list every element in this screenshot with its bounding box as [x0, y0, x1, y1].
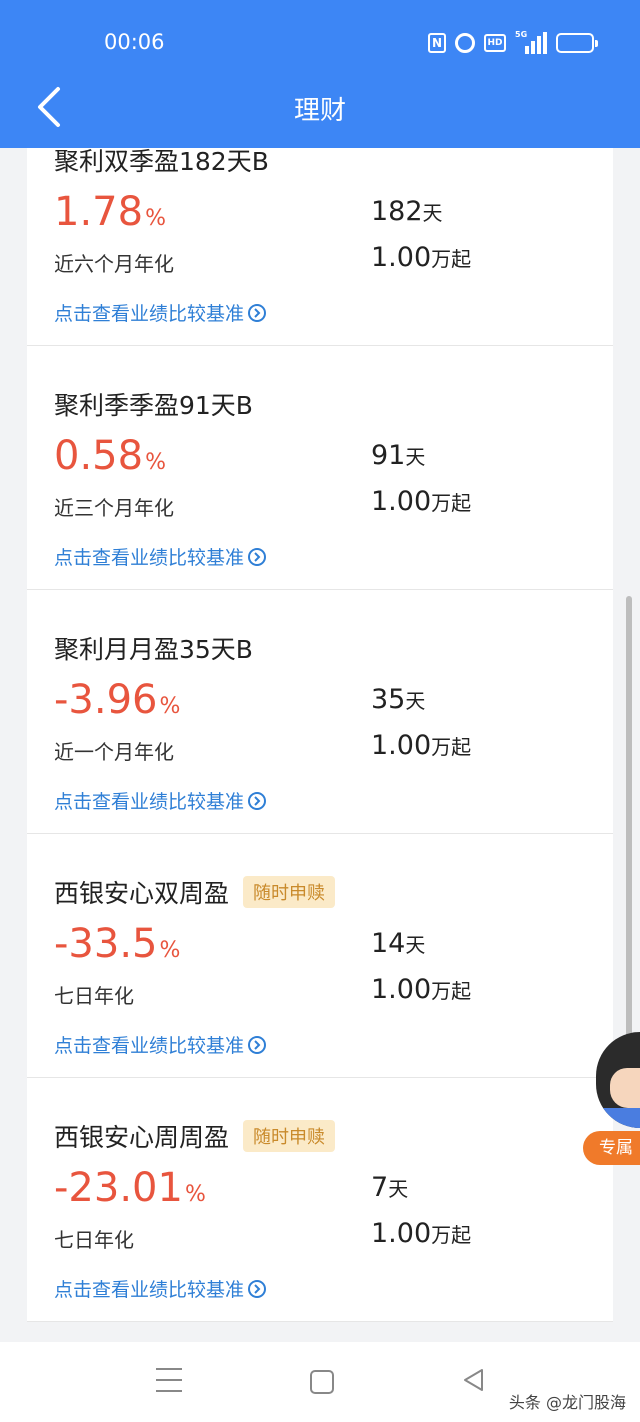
hd-icon: HD — [484, 34, 506, 52]
exclusive-service-button[interactable]: 专属 — [583, 1131, 640, 1165]
chevron-right-icon — [248, 547, 267, 566]
menu-icon[interactable] — [156, 1368, 182, 1392]
product-rate: -33.5% — [54, 921, 181, 967]
benchmark-link[interactable]: 点击查看业绩比较基准 — [54, 543, 267, 570]
product-card[interactable]: 聚利季季盈91天B 0.58% 近三个月年化 91天 1.00万起 点击查看业绩… — [27, 346, 613, 590]
product-term: 7天 — [371, 1172, 409, 1203]
rate-period: 近六个月年化 — [54, 252, 174, 276]
product-term: 182天 — [371, 196, 443, 227]
alarm-icon — [455, 33, 475, 53]
network-label: 5G — [515, 30, 528, 39]
min-amount: 1.00万起 — [371, 1218, 472, 1249]
product-card[interactable]: 西银安心周周盈 随时申赎 -23.01% 七日年化 7天 1.00万起 点击查看业… — [27, 1078, 613, 1322]
product-card[interactable]: 西银安心双周盈 随时申赎 -33.5% 七日年化 14天 1.00万起 点击查看业… — [27, 834, 613, 1078]
product-term: 35天 — [371, 684, 426, 715]
benchmark-link[interactable]: 点击查看业绩比较基准 — [54, 1031, 267, 1058]
product-rate: -23.01% — [54, 1165, 206, 1211]
product-list: 聚利双季盈182天B 1.78% 近六个月年化 182天 1.00万起 点击查看… — [27, 102, 613, 1322]
back-triangle-icon[interactable] — [462, 1368, 484, 1392]
avatar-face — [610, 1068, 640, 1108]
benchmark-link[interactable]: 点击查看业绩比较基准 — [54, 787, 267, 814]
5g-signal-icon: 5G — [515, 30, 547, 54]
rate-period: 七日年化 — [54, 984, 134, 1008]
product-term: 14天 — [371, 928, 426, 959]
home-square-icon[interactable] — [310, 1370, 334, 1394]
status-time: 00:06 — [104, 30, 165, 54]
product-name: 西银安心双周盈 随时申赎 — [54, 874, 336, 910]
chevron-right-icon — [248, 1279, 267, 1298]
rate-period: 七日年化 — [54, 1228, 134, 1252]
product-name: 聚利月月盈35天B — [54, 635, 253, 664]
avatar-body — [602, 1108, 640, 1128]
product-name: 西银安心周周盈 随时申赎 — [54, 1118, 336, 1154]
product-rate: 1.78% — [54, 189, 166, 235]
redeem-anytime-badge: 随时申赎 — [243, 1120, 336, 1152]
nfc-icon: N — [428, 33, 446, 53]
watermark: 头条 @龙门股海 — [508, 1393, 626, 1412]
benchmark-link[interactable]: 点击查看业绩比较基准 — [54, 1275, 267, 1302]
rate-period: 近一个月年化 — [54, 740, 174, 764]
product-term: 91天 — [371, 440, 426, 471]
redeem-anytime-badge: 随时申赎 — [243, 876, 336, 908]
battery-icon — [556, 33, 598, 53]
min-amount: 1.00万起 — [371, 730, 472, 761]
benchmark-link[interactable]: 点击查看业绩比较基准 — [54, 299, 267, 326]
status-icons: N HD 5G — [428, 30, 598, 55]
chevron-right-icon — [248, 791, 267, 810]
rate-period: 近三个月年化 — [54, 496, 174, 520]
product-rate: -3.96% — [54, 677, 181, 723]
product-name: 聚利季季盈91天B — [54, 391, 253, 420]
page-title: 理财 — [293, 96, 346, 126]
min-amount: 1.00万起 — [371, 242, 472, 273]
app-header: 00:06 N HD 5G 理财 — [0, 0, 640, 148]
product-rate: 0.58% — [54, 433, 166, 479]
product-card[interactable]: 聚利月月盈35天B -3.96% 近一个月年化 35天 1.00万起 点击查看业… — [27, 590, 613, 834]
chevron-right-icon — [248, 1035, 267, 1054]
min-amount: 1.00万起 — [371, 486, 472, 517]
min-amount: 1.00万起 — [371, 974, 472, 1005]
chevron-right-icon — [248, 303, 267, 322]
